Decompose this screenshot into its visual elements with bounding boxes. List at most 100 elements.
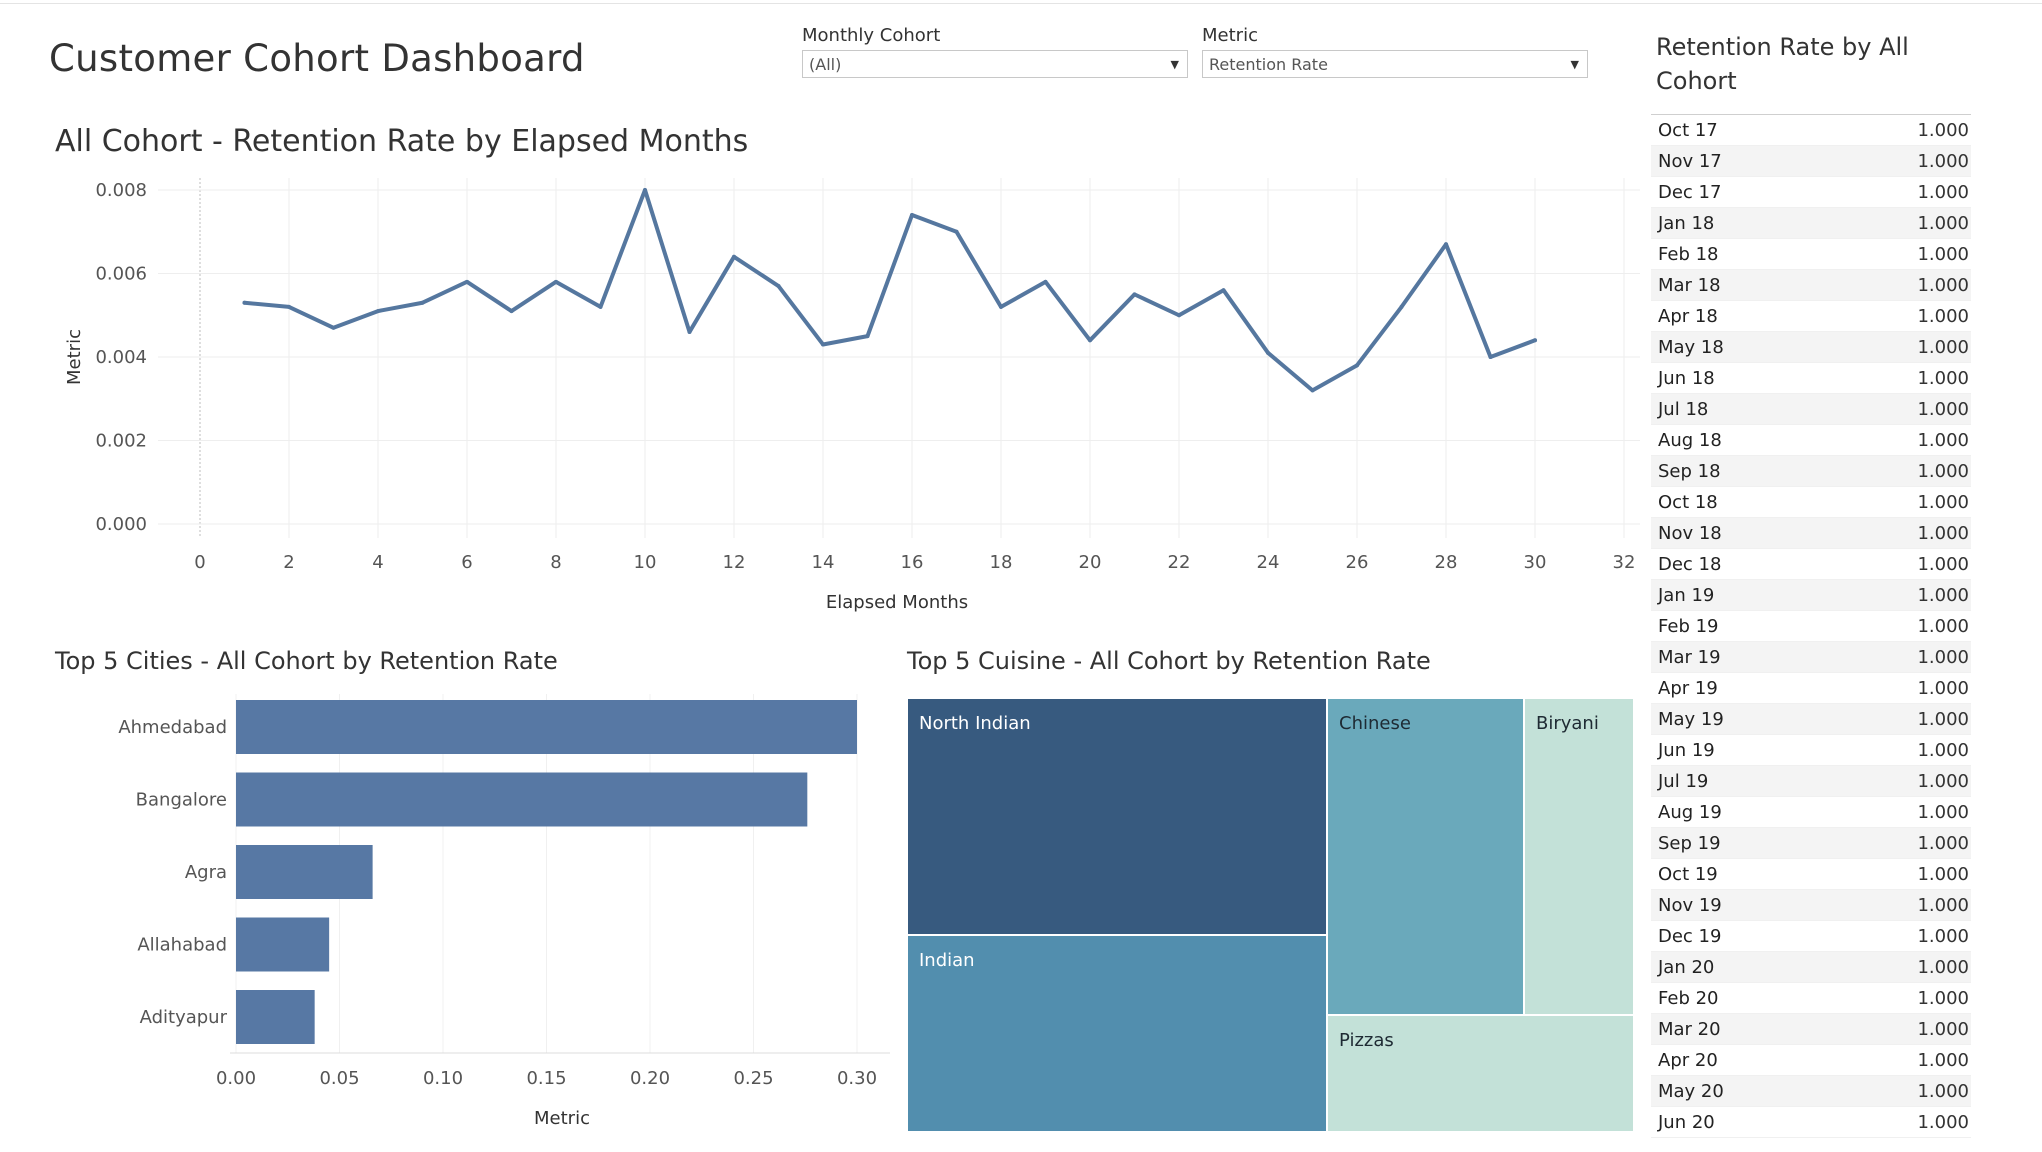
line-point bbox=[598, 304, 603, 309]
treemap-tile[interactable]: Indian bbox=[907, 935, 1327, 1132]
retention-value-cell: 1.000 bbox=[1917, 491, 1969, 513]
line-point bbox=[554, 279, 558, 284]
line-point bbox=[821, 342, 825, 347]
table-row[interactable]: Mar 18 1.000 bbox=[1651, 270, 1971, 301]
table-row[interactable]: Feb 18 1.000 bbox=[1651, 239, 1971, 270]
cohort-month-cell: Jun 20 bbox=[1658, 1111, 1715, 1133]
table-row[interactable]: Nov 19 1.000 bbox=[1651, 890, 1971, 921]
line-point bbox=[1444, 242, 1448, 247]
cohort-month-cell: Dec 17 bbox=[1658, 181, 1722, 203]
line-point bbox=[1533, 338, 1537, 343]
line-point bbox=[776, 284, 781, 289]
table-row[interactable]: Jan 18 1.000 bbox=[1651, 208, 1971, 239]
cities-bar-chart: 0.00 0.05 0.10 0.15 0.20 0.25 0.30 Metric Ahmeda… bbox=[118, 694, 890, 1129]
table-row[interactable]: Mar 19 1.000 bbox=[1651, 642, 1971, 673]
line-point bbox=[376, 309, 380, 314]
retention-value-cell: 1.000 bbox=[1917, 1049, 1969, 1071]
cohort-month-cell: Sep 19 bbox=[1658, 832, 1721, 854]
table-row[interactable]: Jun 20 1.000 bbox=[1651, 1107, 1971, 1138]
city-bar bbox=[236, 700, 857, 754]
table-row[interactable]: Dec 19 1.000 bbox=[1651, 921, 1971, 952]
cohort-month-cell: Jul 19 bbox=[1658, 770, 1709, 792]
table-row[interactable]: Feb 20 1.000 bbox=[1651, 983, 1971, 1014]
table-row[interactable]: May 20 1.000 bbox=[1651, 1076, 1971, 1107]
table-row[interactable]: Sep 19 1.000 bbox=[1651, 828, 1971, 859]
table-row[interactable]: Feb 19 1.000 bbox=[1651, 611, 1971, 642]
table-row[interactable]: May 19 1.000 bbox=[1651, 704, 1971, 735]
line-point bbox=[420, 300, 425, 305]
table-row[interactable]: Oct 19 1.000 bbox=[1651, 859, 1971, 890]
treemap-tile[interactable]: Biryani bbox=[1524, 698, 1634, 1015]
table-row[interactable]: Apr 18 1.000 bbox=[1651, 301, 1971, 332]
line-point bbox=[954, 229, 959, 234]
retention-value-cell: 1.000 bbox=[1917, 181, 1969, 203]
treemap-tile[interactable]: Pizzas bbox=[1327, 1015, 1634, 1132]
table-row[interactable]: Nov 17 1.000 bbox=[1651, 146, 1971, 177]
retention-value-cell: 1.000 bbox=[1917, 987, 1969, 1009]
y-tick-label: 0.002 bbox=[95, 431, 147, 452]
city-label: Ahmedabad bbox=[118, 717, 227, 738]
cohort-month-cell: Apr 20 bbox=[1658, 1049, 1718, 1071]
x-tick-label: 4 bbox=[372, 552, 383, 573]
table-row[interactable]: Jul 19 1.000 bbox=[1651, 766, 1971, 797]
retention-value-cell: 1.000 bbox=[1917, 615, 1969, 637]
table-row[interactable]: May 18 1.000 bbox=[1651, 332, 1971, 363]
retention-value-cell: 1.000 bbox=[1917, 863, 1969, 885]
x-axis-label: Metric bbox=[534, 1108, 590, 1129]
table-row[interactable]: Aug 19 1.000 bbox=[1651, 797, 1971, 828]
x-tick-label: 12 bbox=[723, 552, 746, 573]
table-row[interactable]: Nov 18 1.000 bbox=[1651, 518, 1971, 549]
table-row[interactable]: Jun 19 1.000 bbox=[1651, 735, 1971, 766]
table-row[interactable]: Jan 19 1.000 bbox=[1651, 580, 1971, 611]
line-point bbox=[1132, 292, 1137, 297]
cohort-month-cell: Jun 18 bbox=[1658, 367, 1715, 389]
line-point bbox=[509, 309, 514, 314]
retention-line-chart: 0 2 4 6 8 10 12 14 16 18 20 22 24 26 28 30 320.0000.0020… bbox=[64, 178, 1640, 613]
table-row[interactable]: Oct 18 1.000 bbox=[1651, 487, 1971, 518]
table-row[interactable]: Dec 17 1.000 bbox=[1651, 177, 1971, 208]
retention-value-cell: 1.000 bbox=[1917, 584, 1969, 606]
retention-value-cell: 1.000 bbox=[1917, 274, 1969, 296]
line-point bbox=[865, 334, 870, 339]
cohort-month-cell: Aug 19 bbox=[1658, 801, 1722, 823]
line-point bbox=[1088, 338, 1092, 343]
table-row[interactable]: Dec 18 1.000 bbox=[1651, 549, 1971, 580]
cohort-month-cell: May 20 bbox=[1658, 1080, 1724, 1102]
line-point bbox=[1043, 279, 1048, 284]
retention-value-cell: 1.000 bbox=[1917, 367, 1969, 389]
table-row[interactable]: Jul 18 1.000 bbox=[1651, 394, 1971, 425]
line-point bbox=[1488, 355, 1493, 359]
city-label: Allahabad bbox=[137, 935, 227, 956]
x-tick-label: 0.10 bbox=[423, 1068, 463, 1089]
treemap-tile[interactable]: Chinese bbox=[1327, 698, 1524, 1015]
retention-value-cell: 1.000 bbox=[1917, 1018, 1969, 1040]
table-row[interactable]: Apr 19 1.000 bbox=[1651, 673, 1971, 704]
treemap-tile[interactable]: North Indian bbox=[907, 698, 1327, 935]
table-row[interactable]: Aug 18 1.000 bbox=[1651, 425, 1971, 456]
retention-value-cell: 1.000 bbox=[1917, 460, 1969, 482]
table-row[interactable]: Jun 18 1.000 bbox=[1651, 363, 1971, 394]
x-tick-label: 16 bbox=[901, 552, 924, 573]
table-row[interactable]: Mar 20 1.000 bbox=[1651, 1014, 1971, 1045]
retention-value-cell: 1.000 bbox=[1917, 1080, 1969, 1102]
cohort-month-cell: Aug 18 bbox=[1658, 429, 1722, 451]
cohort-month-cell: Mar 18 bbox=[1658, 274, 1721, 296]
line-point bbox=[1399, 304, 1404, 309]
retention-value-cell: 1.000 bbox=[1917, 553, 1969, 575]
x-tick-label: 20 bbox=[1079, 552, 1102, 573]
retention-value-cell: 1.000 bbox=[1917, 801, 1969, 823]
cohort-month-cell: Dec 19 bbox=[1658, 925, 1722, 947]
x-tick-label: 2 bbox=[283, 552, 294, 573]
retention-series-line bbox=[242, 188, 1537, 393]
table-row[interactable]: Jan 20 1.000 bbox=[1651, 952, 1971, 983]
table-row[interactable]: Apr 20 1.000 bbox=[1651, 1045, 1971, 1076]
retention-value-cell: 1.000 bbox=[1917, 429, 1969, 451]
x-tick-label: 30 bbox=[1524, 552, 1547, 573]
x-tick-label: 6 bbox=[461, 552, 472, 573]
x-tick-label: 0.30 bbox=[837, 1068, 877, 1089]
table-row[interactable]: Sep 18 1.000 bbox=[1651, 456, 1971, 487]
cohort-month-cell: Jan 18 bbox=[1658, 212, 1715, 234]
table-row[interactable]: Oct 17 1.000 bbox=[1651, 115, 1971, 146]
cohort-month-cell: Feb 18 bbox=[1658, 243, 1719, 265]
y-tick-label: 0.006 bbox=[95, 264, 147, 285]
